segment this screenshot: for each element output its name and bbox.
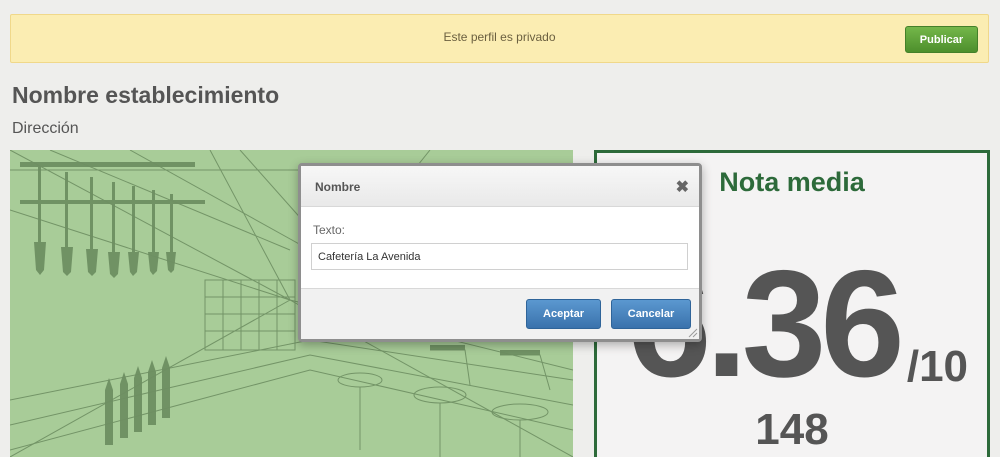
publish-button[interactable]: Publicar — [905, 26, 978, 53]
accept-button[interactable]: Aceptar — [526, 299, 601, 329]
text-field-label: Texto: — [313, 223, 346, 237]
dialog-title: Nombre — [315, 180, 361, 194]
establishment-address: Dirección — [12, 120, 79, 137]
privacy-message: Este perfil es privado — [443, 30, 556, 44]
close-icon[interactable]: ✖ — [676, 177, 689, 197]
resize-grip-icon[interactable] — [688, 328, 698, 338]
dialog-header: Nombre ✖ — [301, 166, 699, 207]
dialog-body: Texto: — [301, 208, 699, 290]
rating-count: 148 — [755, 405, 829, 454]
name-edit-dialog: Nombre ✖ Texto: Aceptar Cancelar — [298, 163, 702, 342]
privacy-banner: Este perfil es privado Publicar — [10, 14, 989, 63]
dialog-footer: Aceptar Cancelar — [301, 288, 699, 339]
establishment-name: Nombre establecimiento — [12, 82, 280, 108]
name-text-input[interactable] — [311, 243, 688, 270]
cancel-button[interactable]: Cancelar — [611, 299, 691, 329]
rating-max: /10 — [906, 342, 969, 391]
